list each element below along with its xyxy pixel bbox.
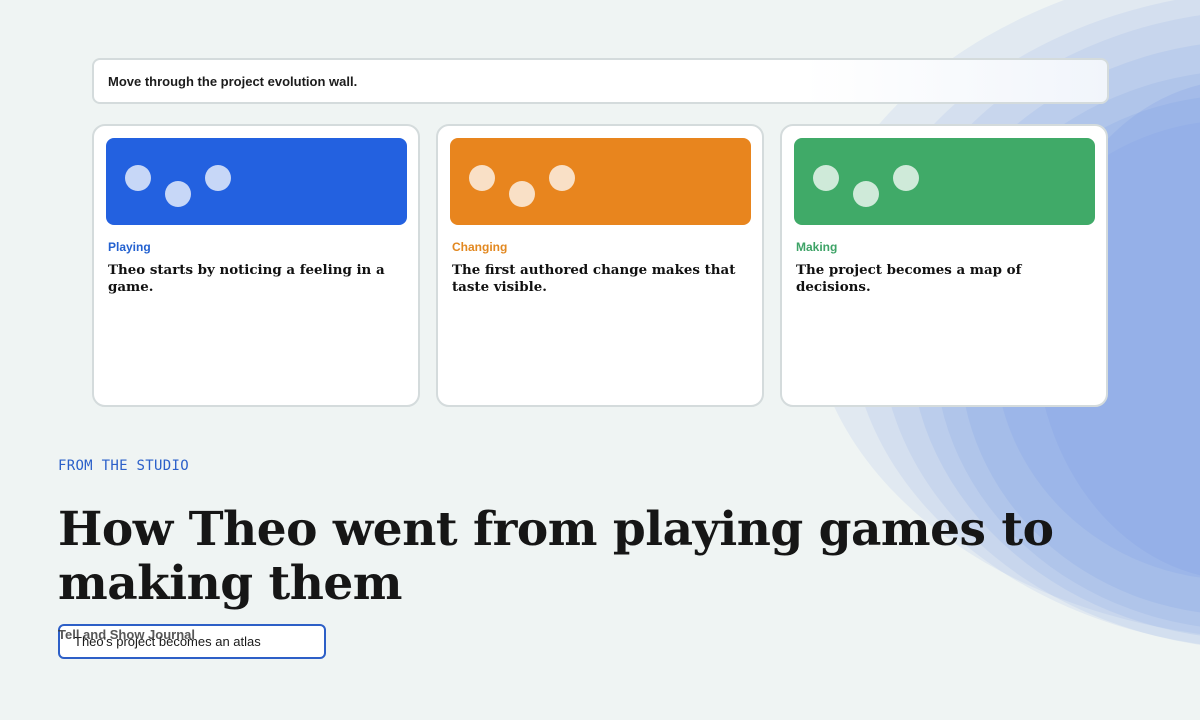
banner-dot: [853, 181, 879, 207]
evolution-card-playing[interactable]: Playing Theo starts by noticing a feelin…: [92, 124, 420, 407]
card-banner: [450, 138, 751, 225]
banner-dot: [165, 181, 191, 207]
banner-dot: [469, 165, 495, 191]
card-text: Theo starts by noticing a feeling in a g…: [108, 262, 385, 295]
instruction-bar: Move through the project evolution wall.: [92, 58, 1109, 104]
banner-dot: [125, 165, 151, 191]
card-category: Playing: [108, 240, 151, 254]
card-banner: [794, 138, 1095, 225]
card-category: Making: [796, 240, 838, 254]
instruction-text: Move through the project evolution wall.: [108, 73, 358, 89]
page-title: How Theo went from playing games to maki…: [58, 502, 1054, 611]
evolution-card-making[interactable]: Making The project becomes a map of deci…: [780, 124, 1108, 407]
banner-dot: [893, 165, 919, 191]
evolution-card-changing[interactable]: Changing The first authored change makes…: [436, 124, 764, 407]
banner-dot: [509, 181, 535, 207]
card-banner: [106, 138, 407, 225]
card-category: Changing: [452, 240, 508, 254]
eyebrow-label: FROM THE STUDIO: [58, 458, 189, 474]
banner-dot: [549, 165, 575, 191]
banner-dot: [205, 165, 231, 191]
journal-label: Tell and Show Journal: [58, 627, 195, 642]
card-text: The project becomes a map of decisions.: [796, 262, 1022, 295]
banner-dot: [813, 165, 839, 191]
card-text: The first authored change makes that tas…: [452, 262, 736, 295]
